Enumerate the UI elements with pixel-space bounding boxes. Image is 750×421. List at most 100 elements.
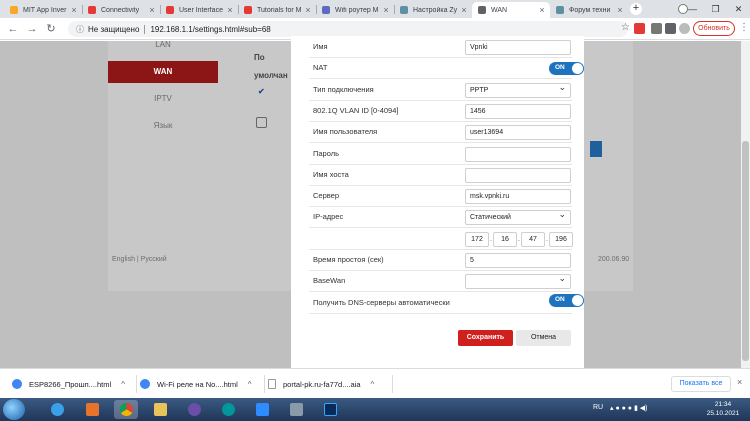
arduino-icon[interactable] — [216, 400, 240, 419]
maximize-button[interactable]: ❐ — [704, 0, 727, 18]
tab-close-icon[interactable]: × — [303, 5, 313, 15]
tray-icons[interactable]: ▴ ● ● ● ▮ ◀) — [610, 404, 648, 412]
field-input[interactable] — [465, 167, 571, 183]
zoom-icon[interactable] — [250, 400, 274, 419]
field-select[interactable]: Статический — [465, 208, 571, 226]
toggle-knob — [572, 63, 583, 75]
star-icon[interactable]: ☆ — [621, 22, 630, 33]
sidebar-item-wan[interactable]: WAN — [108, 61, 218, 83]
chrome-icon[interactable] — [114, 400, 138, 419]
minimize-button[interactable]: — — [681, 0, 704, 18]
tab-close-icon[interactable]: × — [537, 5, 547, 15]
form-row: Имя хоста — [309, 165, 572, 186]
field-input[interactable]: 5 — [465, 253, 571, 268]
browser-tab[interactable]: Форум техни × — [550, 2, 628, 18]
cancel-button[interactable]: Отмена — [516, 330, 571, 346]
chevron-up-icon[interactable]: ^ — [121, 380, 125, 389]
page-scrollbar[interactable] — [741, 41, 750, 368]
tab-close-icon[interactable]: × — [69, 5, 79, 15]
browser-tab[interactable]: Tutorials for M × — [238, 2, 316, 18]
field-label: Имя — [313, 42, 328, 51]
tab-title: MIT App Inver — [23, 6, 67, 14]
download-item[interactable]: ESP8266_Прошп....html ^ — [12, 375, 125, 393]
url-text[interactable]: 192.168.1.1/settings.html#sub=68 — [150, 25, 270, 34]
show-all-downloads-button[interactable]: Показать все — [671, 376, 731, 392]
chevron-up-icon[interactable]: ^ — [371, 380, 375, 389]
form-row: 802.1Q VLAN ID [0-4094] 1456 — [309, 101, 572, 122]
sidebar-item-iptv[interactable]: IPTV — [108, 88, 218, 110]
toggle-label: ON — [555, 295, 565, 303]
profile-icon[interactable] — [679, 23, 690, 34]
download-filename: Wi-Fi реле на No....html — [157, 379, 238, 389]
sidebar-item-lan[interactable]: LAN — [108, 41, 218, 56]
tab-close-icon[interactable]: × — [147, 5, 157, 15]
system-clock[interactable]: 21:34 25.10.2021 — [703, 400, 743, 418]
toggle-switch[interactable]: ON — [549, 293, 584, 307]
tab-title: WAN — [491, 6, 508, 14]
toggle-switch[interactable]: ON — [549, 62, 584, 76]
ip-octet-input[interactable]: 16 — [493, 231, 517, 247]
update-button[interactable]: Обновить — [693, 21, 735, 36]
reload-button[interactable]: ↻ — [44, 22, 58, 36]
browser-tab[interactable]: MIT App Inver × — [4, 2, 82, 18]
tab-close-icon[interactable]: × — [459, 5, 469, 15]
field-input[interactable] — [465, 146, 571, 162]
field-select[interactable]: PPTP — [465, 81, 571, 98]
checkbox-icon — [256, 117, 267, 128]
field-input[interactable]: 1456 — [465, 103, 571, 119]
explorer-icon[interactable] — [148, 400, 172, 419]
photoshop-icon[interactable] — [318, 400, 342, 419]
field-input[interactable]: msk.vpnki.ru — [465, 189, 571, 205]
tab-close-icon[interactable]: × — [615, 5, 625, 15]
extension-icon[interactable] — [651, 23, 662, 34]
start-button[interactable] — [3, 399, 25, 420]
pdf-extension-icon[interactable] — [634, 23, 645, 34]
address-bar[interactable]: ⓘ Не защищено 192.168.1.1/settings.html#… — [68, 21, 630, 37]
chevron-up-icon[interactable]: ^ — [248, 380, 252, 389]
file-icon — [268, 379, 276, 389]
download-filename: ESP8266_Прошп....html — [29, 379, 112, 389]
field-label: Имя хоста — [313, 169, 349, 179]
ie-icon[interactable] — [45, 400, 69, 419]
browser-tab[interactable]: WAN × — [472, 2, 550, 18]
browser-tab-strip: MIT App Inver × Connectivity × User Interfac… — [0, 0, 750, 18]
more-menu-icon[interactable]: ⋮ — [739, 22, 749, 33]
download-item[interactable]: Wi-Fi реле на No....html ^ — [140, 375, 252, 393]
field-select[interactable] — [465, 272, 571, 290]
photos-icon[interactable] — [284, 400, 308, 419]
browser-tab[interactable]: Wifi роутер M × — [316, 2, 394, 18]
ip-octet-input[interactable]: 196 — [549, 231, 573, 247]
media-player-icon[interactable] — [80, 400, 104, 419]
download-divider — [264, 375, 265, 393]
field-input[interactable]: Vpnki — [465, 40, 571, 55]
close-icon[interactable]: × — [737, 377, 742, 387]
save-button[interactable]: Сохранить — [458, 330, 513, 346]
tab-close-icon[interactable]: × — [225, 5, 235, 15]
browser-tab[interactable]: Connectivity × — [82, 2, 160, 18]
scrollbar-thumb[interactable] — [742, 141, 749, 361]
tab-close-icon[interactable]: × — [381, 5, 391, 15]
puzzle-icon[interactable] — [665, 23, 676, 34]
browser-tab[interactable]: User Interface × — [160, 2, 238, 18]
new-tab-button[interactable]: + — [630, 3, 642, 15]
forward-button[interactable]: → — [25, 22, 39, 36]
favicon-icon — [88, 6, 96, 14]
ip-octet-input[interactable]: 47 — [521, 231, 545, 247]
back-button[interactable]: ← — [6, 22, 20, 36]
field-label: NAT — [313, 63, 328, 73]
field-label: BaseWan — [313, 276, 346, 286]
tab-title: Wifi роутер M — [335, 6, 379, 14]
tab-title: Connectivity — [101, 6, 140, 14]
window-controls: — ❐ ✕ — [681, 0, 750, 18]
app-icon[interactable] — [182, 400, 206, 419]
sidebar-item-язык[interactable]: Язык — [108, 115, 218, 137]
form-row: Тип подключения PPTP — [309, 80, 572, 101]
language-indicator[interactable]: RU — [593, 404, 603, 411]
close-window-button[interactable]: ✕ — [727, 0, 750, 18]
downloads-bar: ESP8266_Прошп....html ^ Wi-Fi реле на No..… — [0, 368, 750, 398]
ip-octet-input[interactable]: 172 — [465, 231, 489, 247]
download-item[interactable]: portal-pk.ru-fa77d....aia ^ — [268, 375, 374, 393]
browser-tab[interactable]: Настройка Zy × — [394, 2, 472, 18]
field-input[interactable]: user13694 — [465, 125, 571, 141]
form-row: Пароль — [309, 144, 572, 165]
